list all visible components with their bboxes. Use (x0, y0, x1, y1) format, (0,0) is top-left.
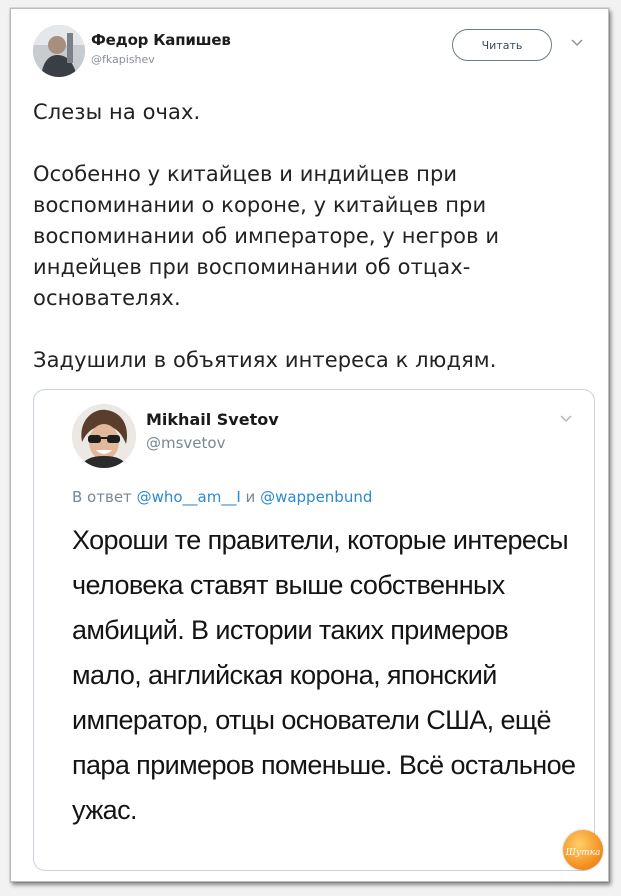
author-avatar[interactable] (33, 25, 85, 77)
watermark-text: Шутка (565, 848, 601, 858)
watermark-logo: Шутка (563, 830, 603, 870)
tweet-paragraph: Слезы на очах. (33, 100, 201, 124)
tweet-paragraph: Задушили в объятиях интереса к людям. (33, 348, 497, 372)
tweet-text: Слезы на очах. Особенно у китайцев и инд… (33, 97, 593, 376)
author-name[interactable]: Федор Капишев (91, 31, 231, 49)
quoted-tweet[interactable]: Mikhail Svetov @msvetov В ответ @who__am… (33, 389, 595, 871)
reply-joiner: и (245, 488, 256, 506)
tweet-paragraph: Особенно у китайцев и индийцев при воспо… (33, 162, 500, 310)
mention-link[interactable]: @wappenbund (260, 488, 372, 506)
tweet-card: Федор Капишев @fkapishev Читать Слезы на… (10, 8, 609, 882)
reply-context: В ответ @who__am__I и @wappenbund (72, 488, 372, 506)
quoted-tweet-text: Хороши те правители, которые интересы че… (72, 525, 576, 825)
quoted-author-avatar[interactable] (72, 404, 136, 468)
reply-prefix: В ответ (72, 488, 132, 506)
mention-link[interactable]: @who__am__I (137, 488, 241, 506)
chevron-down-icon[interactable] (570, 35, 584, 49)
follow-button[interactable]: Читать (452, 29, 552, 61)
quoted-author-name[interactable]: Mikhail Svetov (146, 410, 279, 429)
tweet-header: Федор Капишев @fkapishev Читать (33, 25, 590, 81)
author-handle[interactable]: @fkapishev (91, 53, 155, 66)
chevron-down-icon[interactable] (558, 410, 574, 426)
quoted-author-handle[interactable]: @msvetov (146, 434, 225, 452)
